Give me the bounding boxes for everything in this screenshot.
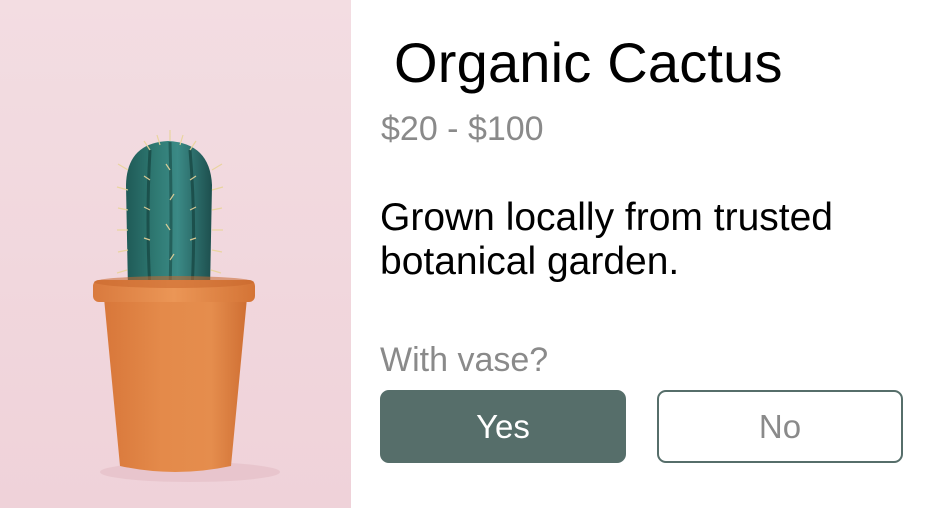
product-title: Organic Cactus — [394, 31, 783, 94]
product-description: Grown locally from trusted botanical gar… — [380, 196, 833, 283]
product-price: $20 - $100 — [381, 110, 544, 148]
product-image — [0, 0, 351, 508]
product-card: Organic Cactus $20 - $100 Grown locally … — [0, 0, 934, 508]
cactus-illustration — [93, 130, 280, 482]
yes-button[interactable]: Yes — [380, 390, 626, 463]
no-button[interactable]: No — [657, 390, 903, 463]
product-details: Organic Cactus $20 - $100 Grown locally … — [351, 0, 934, 508]
vase-option-label: With vase? — [380, 341, 549, 379]
